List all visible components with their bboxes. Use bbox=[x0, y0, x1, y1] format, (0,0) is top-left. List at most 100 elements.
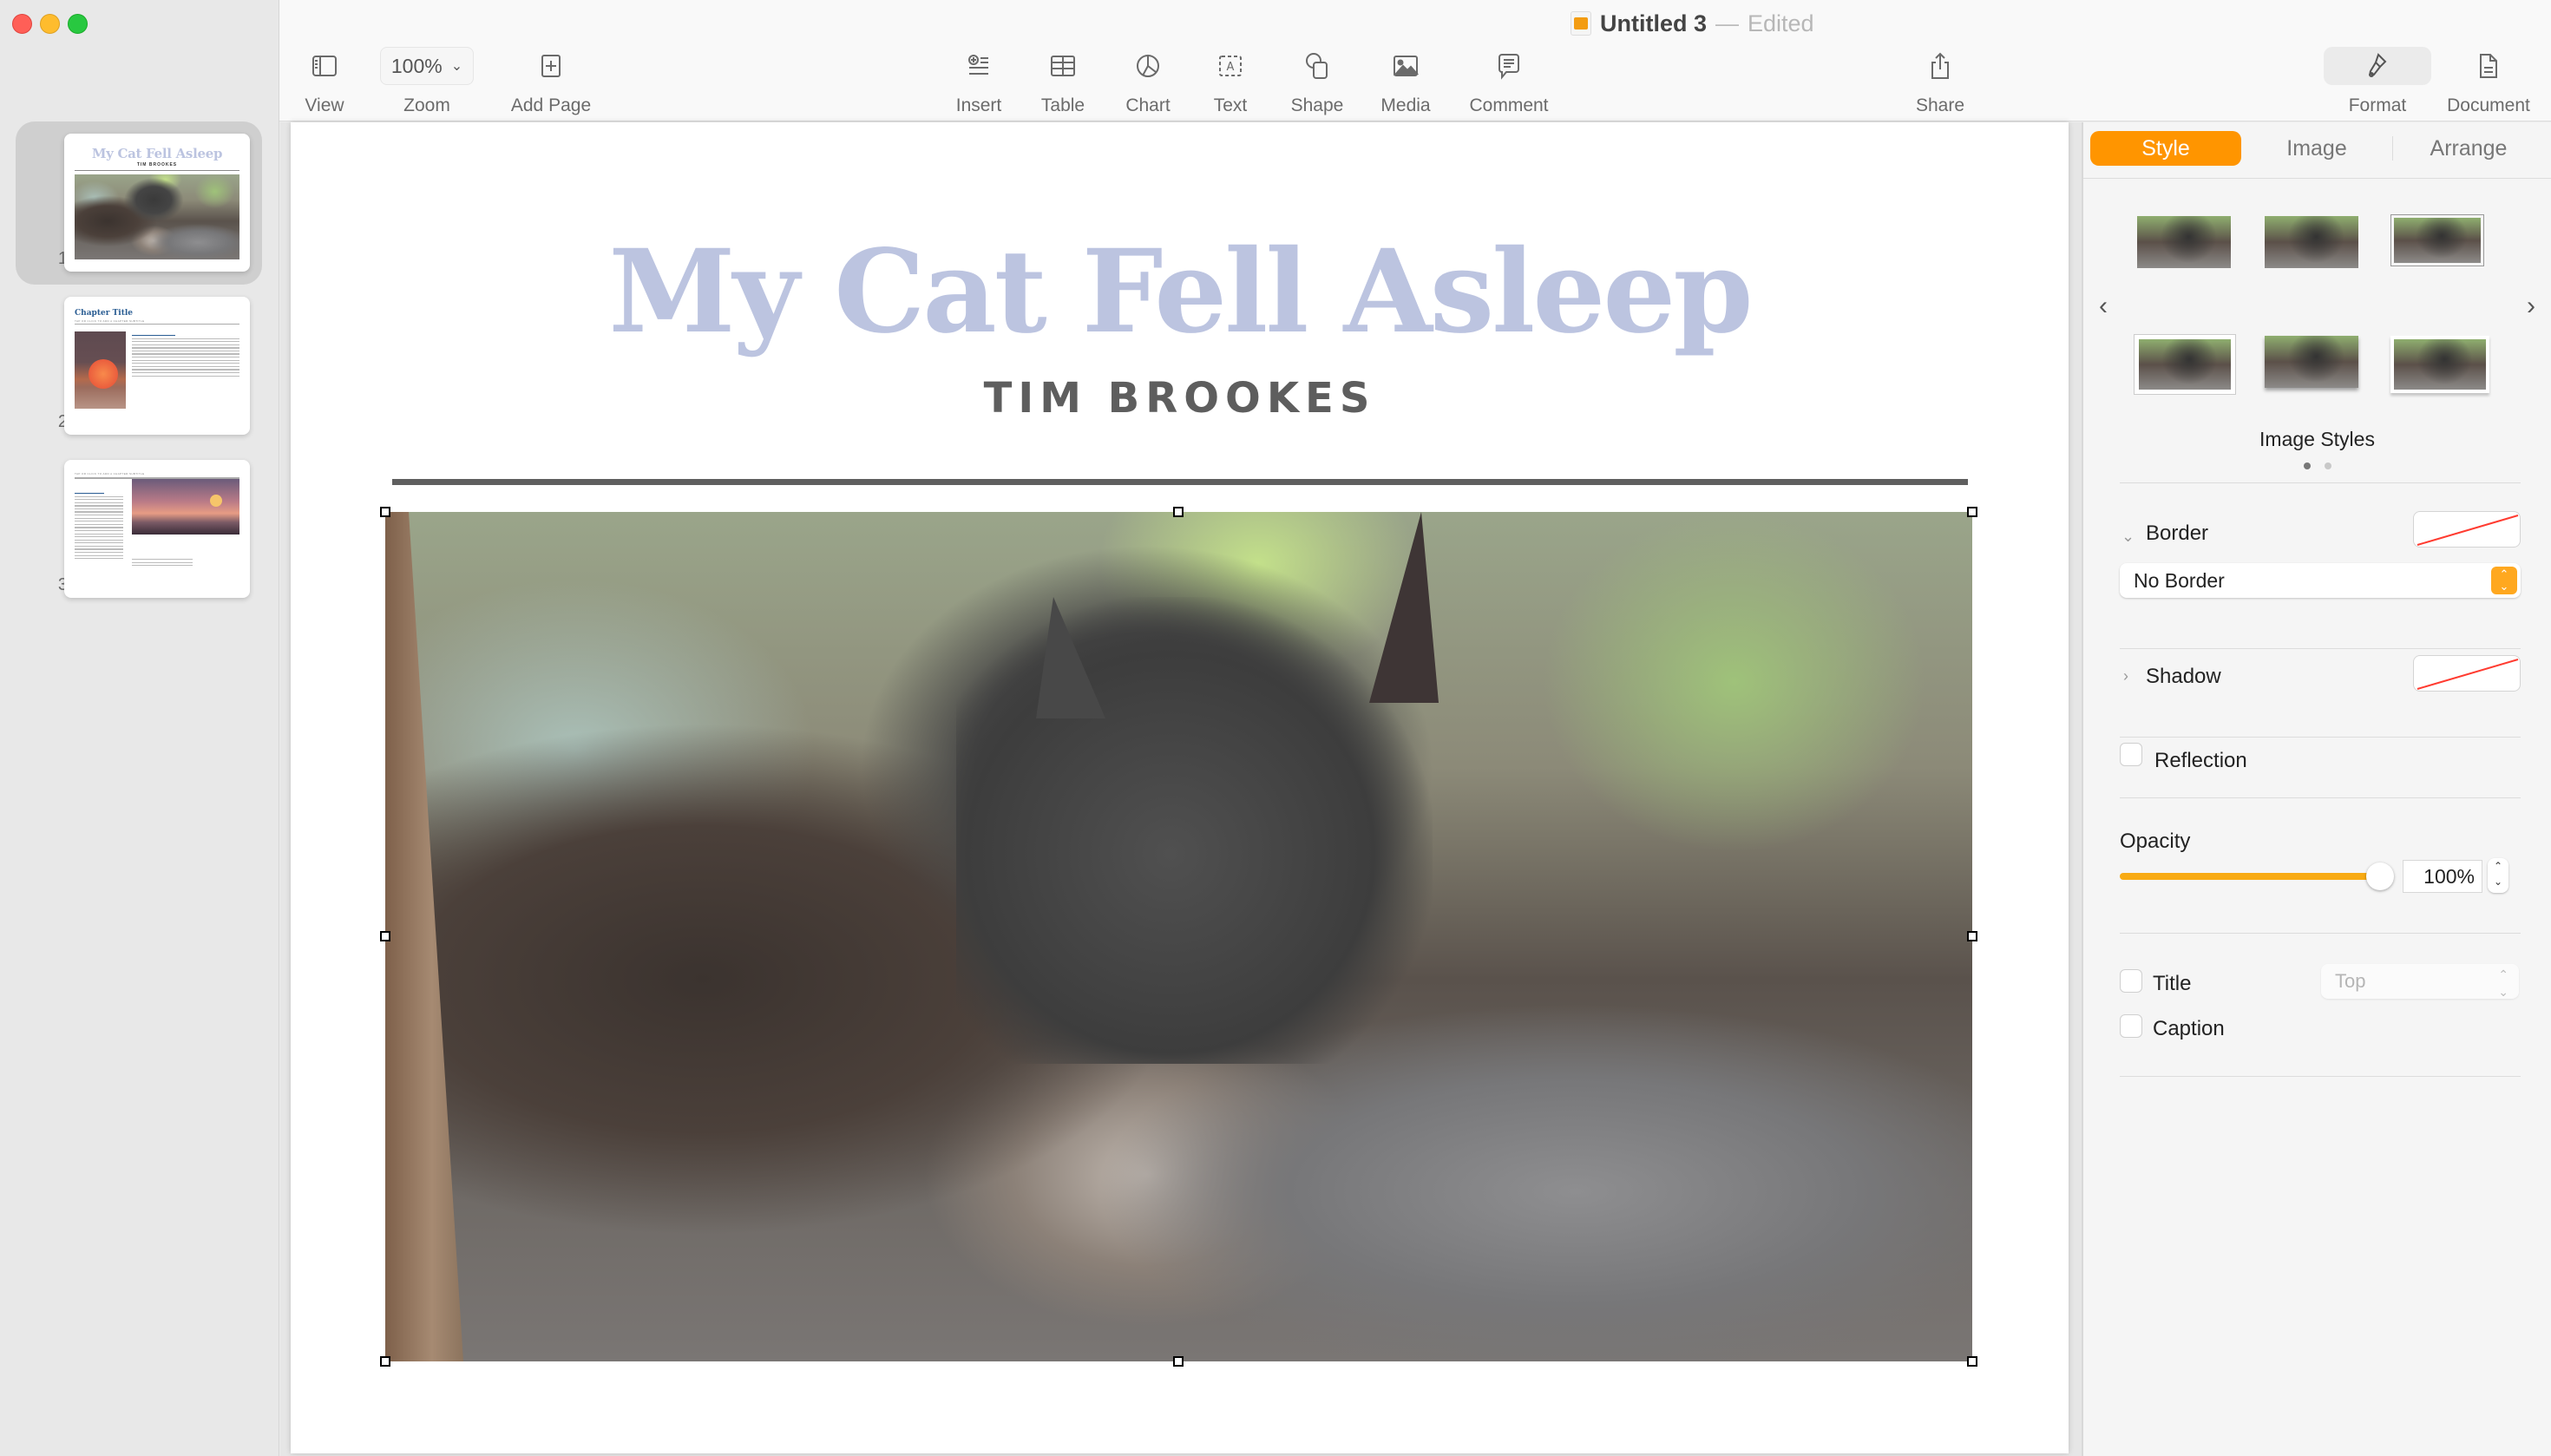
styles-page-indicator bbox=[2083, 462, 2551, 469]
inspector-tabs: Style Image Arrange bbox=[2090, 129, 2544, 167]
resize-handle-left[interactable] bbox=[380, 931, 390, 941]
text-button[interactable]: A Text bbox=[1204, 45, 1256, 116]
text-box-icon: A bbox=[1217, 45, 1243, 87]
share-label: Share bbox=[1915, 95, 1965, 115]
comment-label: Comment bbox=[1469, 95, 1549, 115]
comment-icon bbox=[1497, 45, 1521, 87]
title-rule[interactable] bbox=[392, 479, 1968, 485]
zoom-value: 100% bbox=[390, 54, 443, 77]
opacity-slider-thumb[interactable] bbox=[2366, 862, 2394, 890]
image-style-3[interactable] bbox=[2390, 214, 2484, 266]
section-divider bbox=[2120, 797, 2521, 798]
resize-handle-top-left[interactable] bbox=[380, 507, 390, 517]
media-button[interactable]: Media bbox=[1373, 45, 1439, 116]
tab-style[interactable]: Style bbox=[2090, 131, 2241, 166]
thumbnail-cat-photo bbox=[75, 174, 239, 259]
resize-handle-bottom-right[interactable] bbox=[1967, 1356, 1977, 1367]
reflection-label: Reflection bbox=[2154, 749, 2247, 772]
border-style-select[interactable]: No Border ⌃ ⌄ bbox=[2120, 563, 2521, 598]
view-button[interactable]: View bbox=[298, 45, 351, 116]
chevron-right-icon[interactable]: › bbox=[2527, 292, 2535, 321]
book-title[interactable]: My Cat Fell Asleep bbox=[291, 235, 2069, 350]
book-author[interactable]: TIM BROOKES bbox=[291, 374, 2069, 423]
section-divider bbox=[2120, 648, 2521, 649]
document-icon bbox=[2478, 45, 2499, 87]
no-color-slash-icon bbox=[2417, 515, 2519, 546]
resize-handle-right[interactable] bbox=[1967, 931, 1977, 941]
page-thumbnail-1[interactable]: 1 My Cat Fell Asleep TIM BROOKES bbox=[16, 121, 262, 285]
tab-image[interactable]: Image bbox=[2241, 131, 2392, 166]
document-button[interactable]: Document bbox=[2436, 45, 2541, 116]
resize-handle-top[interactable] bbox=[1173, 507, 1184, 517]
page-thumbnail-2[interactable]: 2 Chapter Title TAP OR CLICK TO ADD A CH… bbox=[16, 285, 262, 448]
thumbnail-rule bbox=[75, 170, 239, 171]
thumbnail-sun bbox=[89, 359, 118, 389]
page-dot-1[interactable] bbox=[2303, 462, 2311, 469]
reflection-checkbox[interactable] bbox=[2120, 743, 2142, 766]
document-name[interactable]: Untitled 3 bbox=[1600, 10, 1707, 37]
image-style-2[interactable] bbox=[2265, 216, 2358, 268]
image-styles-label: Image Styles bbox=[2259, 428, 2375, 450]
no-color-slash-icon bbox=[2417, 659, 2519, 690]
thumbnail-body-text bbox=[132, 335, 239, 378]
shadow-label: Shadow bbox=[2146, 665, 2221, 688]
text-label: Text bbox=[1213, 95, 1248, 115]
caption-label: Caption bbox=[2153, 1017, 2225, 1040]
thumbnail-sunset-photo bbox=[132, 479, 239, 535]
opacity-value-field[interactable]: 100% bbox=[2403, 860, 2482, 893]
resize-handle-bottom[interactable] bbox=[1173, 1356, 1184, 1367]
thumbnail-rule bbox=[75, 324, 239, 325]
resize-handle-bottom-left[interactable] bbox=[380, 1356, 390, 1367]
share-icon bbox=[1929, 45, 1951, 87]
zoom-control[interactable]: 100% ⌄ Zoom bbox=[378, 45, 475, 116]
image-style-5[interactable] bbox=[2265, 336, 2358, 388]
photo-wood-post bbox=[385, 512, 463, 1361]
format-button[interactable]: Format bbox=[2324, 45, 2431, 116]
image-style-4[interactable] bbox=[2134, 334, 2236, 395]
share-button[interactable]: Share bbox=[1905, 45, 1975, 116]
table-label: Table bbox=[1040, 95, 1085, 115]
svg-text:A: A bbox=[1227, 61, 1235, 74]
title-position-value: Top bbox=[2335, 970, 2366, 992]
chart-button[interactable]: Chart bbox=[1118, 45, 1178, 116]
close-window-button[interactable] bbox=[12, 14, 32, 34]
media-label: Media bbox=[1380, 95, 1431, 115]
chevron-right-icon[interactable]: › bbox=[2123, 667, 2128, 685]
chevron-left-icon[interactable]: ‹ bbox=[2099, 292, 2108, 321]
caption-checkbox[interactable] bbox=[2120, 1014, 2142, 1038]
page-dot-2[interactable] bbox=[2324, 462, 2331, 469]
table-button[interactable]: Table bbox=[1033, 45, 1093, 116]
page-preview: My Cat Fell Asleep TIM BROOKES bbox=[64, 134, 250, 272]
image-style-6[interactable] bbox=[2390, 336, 2489, 393]
zoom-select[interactable]: 100% ⌄ bbox=[379, 47, 475, 85]
shadow-color-well[interactable] bbox=[2413, 655, 2521, 692]
cat-photo[interactable] bbox=[385, 512, 1972, 1361]
opacity-stepper[interactable]: ⌃ ⌄ bbox=[2488, 858, 2508, 893]
chevron-down-icon[interactable]: ⌄ bbox=[2121, 528, 2135, 546]
insert-list-icon bbox=[966, 45, 992, 87]
format-label: Format bbox=[2348, 95, 2407, 115]
table-icon bbox=[1050, 45, 1076, 87]
fullscreen-window-button[interactable] bbox=[68, 14, 88, 34]
minimize-window-button[interactable] bbox=[40, 14, 60, 34]
section-divider bbox=[2120, 1076, 2521, 1077]
comment-button[interactable]: Comment bbox=[1461, 45, 1557, 116]
insert-label: Insert bbox=[955, 95, 1002, 115]
view-label: View bbox=[305, 95, 344, 115]
tab-arrange[interactable]: Arrange bbox=[2393, 131, 2544, 166]
resize-handle-top-right[interactable] bbox=[1967, 507, 1977, 517]
title-checkbox[interactable] bbox=[2120, 969, 2142, 993]
plus-square-icon bbox=[540, 45, 562, 87]
add-page-button[interactable]: Add Page bbox=[503, 45, 599, 116]
image-style-1[interactable] bbox=[2137, 216, 2231, 268]
page-thumbnail-3[interactable]: 3 TAP OR CLICK TO ADD A CHAPTER SUBTITLE bbox=[16, 448, 262, 611]
insert-button[interactable]: Insert bbox=[944, 45, 1013, 116]
opacity-slider-track[interactable] bbox=[2120, 873, 2380, 880]
shape-button[interactable]: Shape bbox=[1284, 45, 1350, 116]
section-divider bbox=[2120, 933, 2521, 934]
border-color-well[interactable] bbox=[2413, 511, 2521, 548]
title-position-select[interactable]: Top ⌃ ⌄ bbox=[2321, 964, 2519, 999]
thumbnail-title: My Cat Fell Asleep bbox=[91, 146, 223, 161]
zoom-label: Zoom bbox=[403, 95, 450, 115]
border-label: Border bbox=[2146, 521, 2209, 545]
